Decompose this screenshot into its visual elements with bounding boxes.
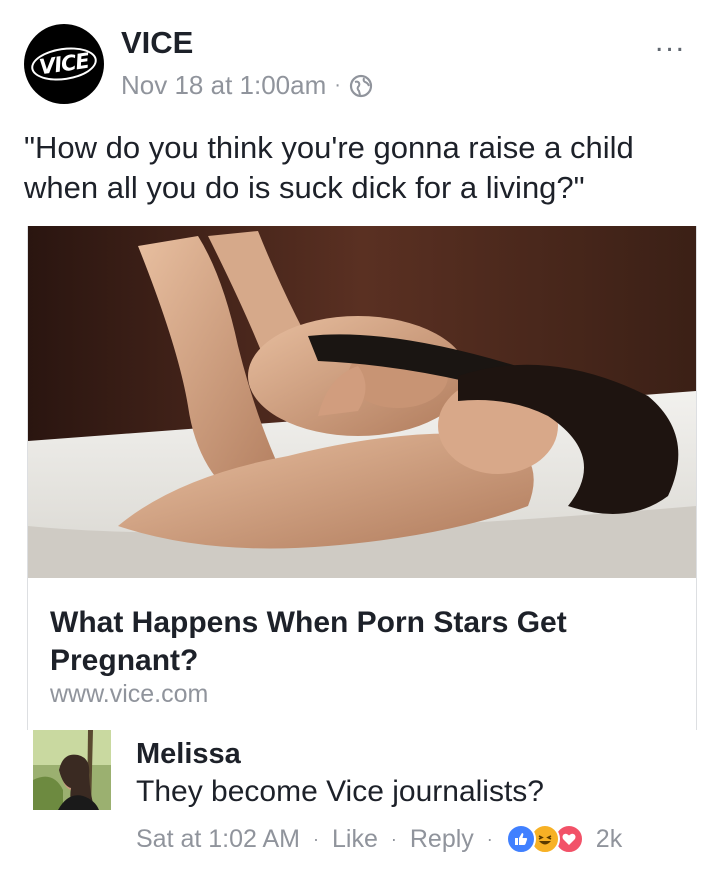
- reply-link[interactable]: Reply: [410, 825, 474, 854]
- action-separator: ·: [313, 828, 319, 849]
- meta-separator: ·: [334, 74, 341, 96]
- more-options-icon[interactable]: ...: [655, 27, 686, 57]
- comment-timestamp[interactable]: Sat at 1:02 AM: [136, 825, 300, 854]
- action-separator: ·: [390, 828, 397, 849]
- link-preview-domain: www.vice.com: [50, 680, 209, 708]
- link-preview-card[interactable]: What Happens When Porn Stars Get Pregnan…: [27, 226, 697, 730]
- vice-logo: VICE: [29, 43, 99, 85]
- post-meta: Nov 18 at 1:00am ·: [121, 70, 373, 101]
- commenter-name[interactable]: Melissa: [136, 738, 241, 771]
- globe-icon: [349, 74, 373, 98]
- post-timestamp[interactable]: Nov 18 at 1:00am: [121, 70, 326, 101]
- post-text: "How do you think you're gonna raise a c…: [24, 130, 634, 205]
- commenter-avatar[interactable]: [33, 730, 111, 810]
- comment-actions: Sat at 1:02 AM · Like · Reply · 2k: [136, 824, 622, 854]
- reaction-count: 2k: [595, 824, 623, 853]
- comment-text: They become Vice journalists?: [136, 775, 544, 808]
- like-reaction-icon: [505, 824, 536, 854]
- reactions-summary[interactable]: 2k: [505, 824, 623, 854]
- page-name[interactable]: VICE: [121, 25, 193, 61]
- link-preview-image[interactable]: [28, 226, 696, 578]
- like-link[interactable]: Like: [332, 825, 378, 854]
- action-separator: ·: [486, 828, 493, 849]
- link-preview-title[interactable]: What Happens When Porn Stars Get Pregnan…: [50, 604, 670, 680]
- comment: Melissa They become Vice journalists? Sa…: [0, 730, 720, 877]
- page-avatar[interactable]: VICE: [24, 24, 104, 104]
- post-header: VICE VICE Nov 18 at 1:00am · ...: [0, 0, 720, 115]
